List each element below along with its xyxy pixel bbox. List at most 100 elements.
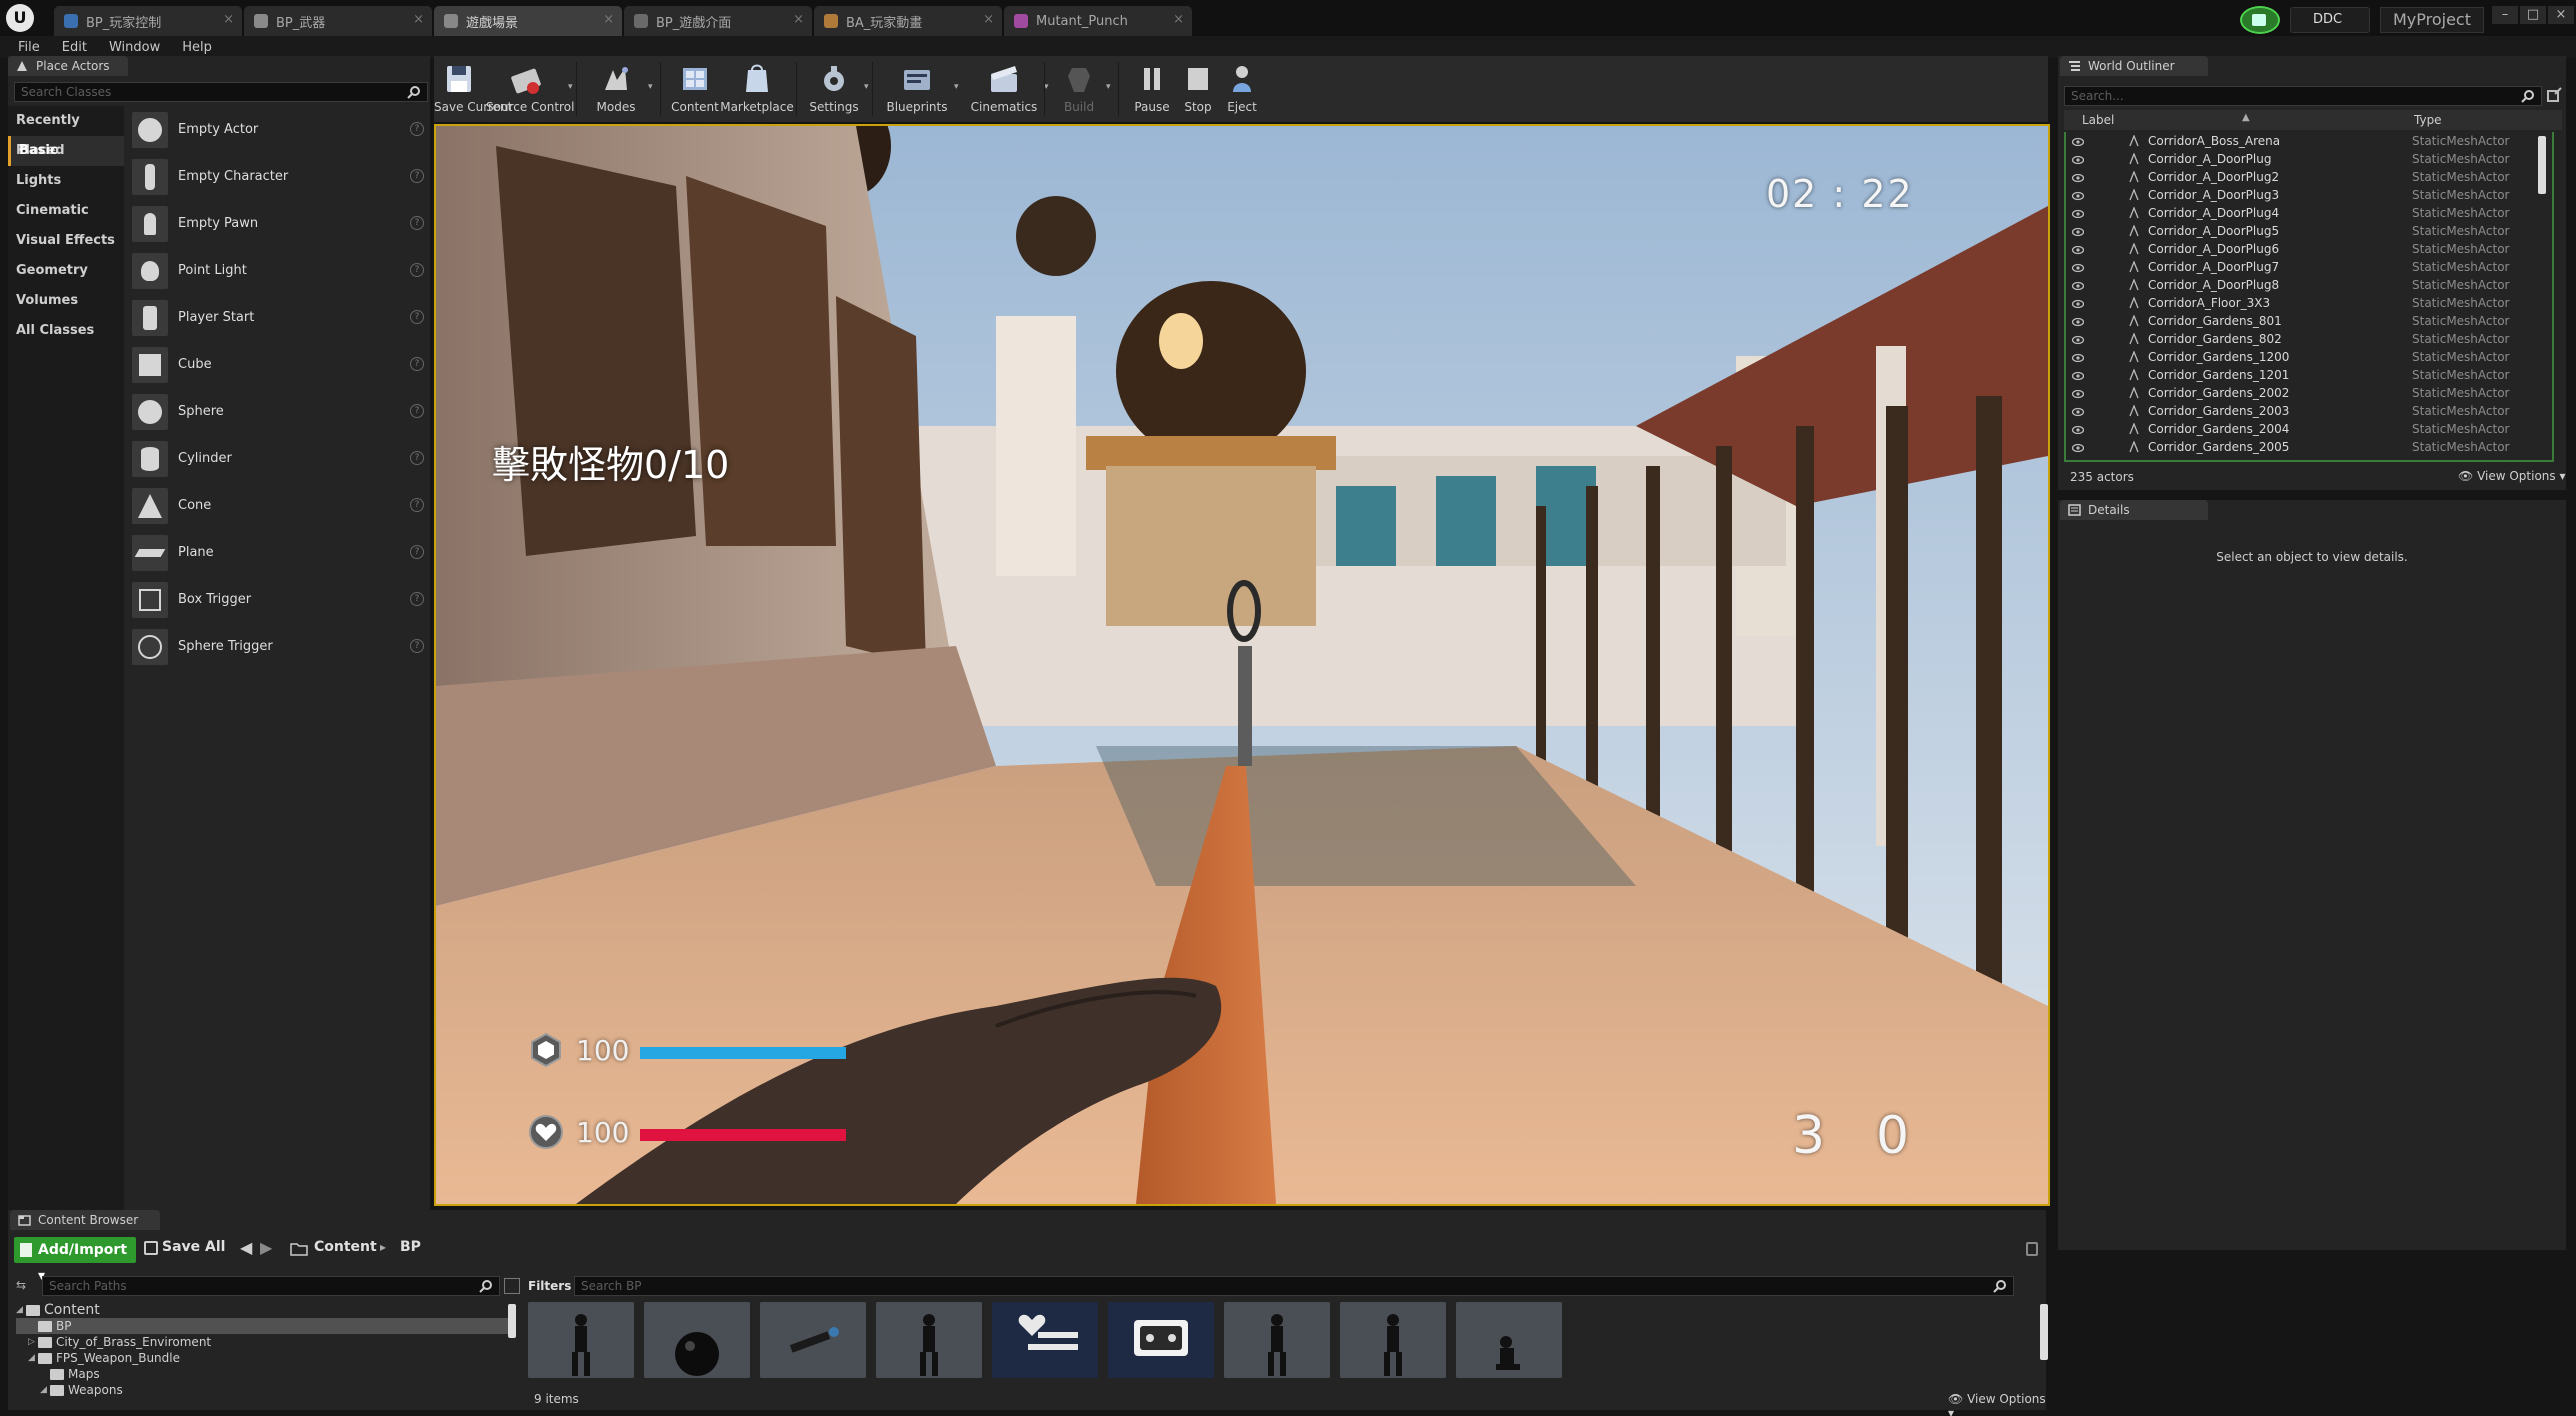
folder-fps-weapon-bundle[interactable]: ◢ FPS_Weapon_Bundle bbox=[16, 1350, 510, 1366]
build-button[interactable]: Build bbox=[1054, 60, 1104, 120]
actor-item-empty-character[interactable]: Empty Character? bbox=[132, 153, 430, 200]
asset-thumbnail-character[interactable] bbox=[1224, 1302, 1330, 1378]
search-icon[interactable] bbox=[1993, 1279, 2007, 1293]
close-tab-icon[interactable]: × bbox=[1173, 12, 1184, 27]
visibility-eye-icon[interactable] bbox=[2071, 406, 2085, 417]
category-visual-effects[interactable]: Visual Effects bbox=[8, 226, 124, 256]
eject-button[interactable]: Eject bbox=[1220, 60, 1264, 120]
stop-button[interactable]: Stop bbox=[1176, 60, 1220, 120]
search-icon[interactable] bbox=[407, 85, 421, 99]
outliner-row[interactable]: Corridor_A_DoorPlug5 StaticMeshActor bbox=[2066, 222, 2552, 240]
outliner-row[interactable]: Corridor_Gardens_2004 StaticMeshActor bbox=[2066, 420, 2552, 438]
maximize-button[interactable]: □ bbox=[2520, 6, 2546, 24]
asset-view-options[interactable]: 👁 View Options ▾ bbox=[1948, 1392, 2046, 1416]
help-icon[interactable]: ? bbox=[410, 357, 424, 371]
visibility-eye-icon[interactable] bbox=[2071, 136, 2085, 147]
source-control-status-icon[interactable] bbox=[2240, 6, 2280, 34]
outliner-settings-icon[interactable] bbox=[2546, 86, 2562, 106]
help-icon[interactable]: ? bbox=[410, 122, 424, 136]
close-tab-icon[interactable]: × bbox=[223, 12, 234, 27]
pause-button[interactable]: Pause bbox=[1128, 60, 1176, 120]
column-label-header[interactable]: Label bbox=[2082, 110, 2114, 130]
visibility-eye-icon[interactable] bbox=[2071, 334, 2085, 345]
outliner-row[interactable]: Corridor_A_DoorPlug6 StaticMeshActor bbox=[2066, 240, 2552, 258]
outliner-row[interactable]: Corridor_A_DoorPlug2 StaticMeshActor bbox=[2066, 168, 2552, 186]
visibility-eye-icon[interactable] bbox=[2071, 208, 2085, 219]
category-recently-placed[interactable]: Recently Placed bbox=[8, 106, 124, 158]
asset-thumbnail-hud-widget[interactable] bbox=[992, 1302, 1098, 1378]
outliner-row[interactable]: Corridor_A_DoorPlug8 StaticMeshActor bbox=[2066, 276, 2552, 294]
breadcrumb-separator[interactable]: ▸ bbox=[380, 1240, 386, 1254]
build-dropdown-icon[interactable]: ▾ bbox=[1106, 82, 1111, 92]
expand-arrow-icon[interactable]: ▷ bbox=[28, 1337, 38, 1347]
marketplace-button[interactable]: Marketplace bbox=[720, 60, 794, 120]
outliner-row[interactable]: Corridor_Gardens_801 StaticMeshActor bbox=[2066, 312, 2552, 330]
actor-item-box-trigger[interactable]: Box Trigger? bbox=[132, 576, 430, 623]
category-basic[interactable]: Basic bbox=[8, 136, 124, 166]
help-icon[interactable]: ? bbox=[410, 404, 424, 418]
actor-item-player-start[interactable]: Player Start? bbox=[132, 294, 430, 341]
blueprints-dropdown-icon[interactable]: ▾ bbox=[954, 82, 959, 92]
breadcrumb-content[interactable]: Content bbox=[314, 1239, 377, 1255]
actor-item-cylinder[interactable]: Cylinder? bbox=[132, 435, 430, 482]
asset-thumbnail-ball[interactable] bbox=[644, 1302, 750, 1378]
settings-dropdown-icon[interactable]: ▾ bbox=[864, 82, 869, 92]
category-lights[interactable]: Lights bbox=[8, 166, 124, 196]
folder-maps[interactable]: Maps bbox=[16, 1366, 510, 1382]
actor-item-cone[interactable]: Cone? bbox=[132, 482, 430, 529]
actor-item-cube[interactable]: Cube? bbox=[132, 341, 430, 388]
column-type-header[interactable]: Type bbox=[2414, 110, 2442, 130]
asset-thumbnail-character[interactable] bbox=[876, 1302, 982, 1378]
visibility-eye-icon[interactable] bbox=[2071, 226, 2085, 237]
outliner-view-options[interactable]: 👁 View Options ▾ bbox=[2458, 469, 2566, 483]
asset-thumbnail-crouch-character[interactable] bbox=[1456, 1302, 1562, 1378]
search-icon[interactable] bbox=[479, 1279, 493, 1293]
visibility-eye-icon[interactable] bbox=[2071, 190, 2085, 201]
asset-thumbnail-character[interactable] bbox=[528, 1302, 634, 1378]
document-tab[interactable]: BP_遊戲介面 × bbox=[624, 6, 812, 36]
folder-weapons[interactable]: ◢ Weapons bbox=[16, 1382, 510, 1398]
help-icon[interactable]: ? bbox=[410, 545, 424, 559]
help-icon[interactable]: ? bbox=[410, 263, 424, 277]
breadcrumb-bp[interactable]: BP bbox=[400, 1239, 421, 1255]
outliner-row[interactable]: Corridor_A_DoorPlug StaticMeshActor bbox=[2066, 150, 2552, 168]
details-tab[interactable]: Details bbox=[2060, 500, 2208, 520]
document-tab[interactable]: Mutant_Punch × bbox=[1004, 6, 1192, 36]
visibility-eye-icon[interactable] bbox=[2071, 244, 2085, 255]
forward-arrow-icon[interactable]: ▶ bbox=[260, 1238, 272, 1257]
source-control-button[interactable]: Source Control bbox=[486, 60, 574, 120]
outliner-row[interactable]: CorridorA_Floor_3X3 StaticMeshActor bbox=[2066, 294, 2552, 312]
content-button[interactable]: Content bbox=[670, 60, 720, 120]
blueprints-button[interactable]: Blueprints bbox=[882, 60, 952, 120]
folder-content[interactable]: ◢ Content bbox=[16, 1302, 510, 1318]
close-tab-icon[interactable]: × bbox=[603, 12, 614, 27]
outliner-row[interactable]: Corridor_A_DoorPlug7 StaticMeshActor bbox=[2066, 258, 2552, 276]
visibility-eye-icon[interactable] bbox=[2071, 352, 2085, 363]
settings-button[interactable]: Settings bbox=[806, 60, 862, 120]
help-icon[interactable]: ? bbox=[410, 639, 424, 653]
asset-thumbnail-lying-character[interactable] bbox=[760, 1302, 866, 1378]
outliner-row[interactable]: CorridorA_Boss_Arena StaticMeshActor bbox=[2066, 132, 2552, 150]
visibility-eye-icon[interactable] bbox=[2071, 154, 2085, 165]
visibility-eye-icon[interactable] bbox=[2071, 370, 2085, 381]
outliner-row[interactable]: Corridor_Gardens_802 StaticMeshActor bbox=[2066, 330, 2552, 348]
category-all-classes[interactable]: All Classes bbox=[8, 316, 124, 346]
folder-bp[interactable]: BP bbox=[16, 1318, 510, 1334]
help-icon[interactable]: ? bbox=[410, 310, 424, 324]
menu-edit[interactable]: Edit bbox=[62, 40, 87, 55]
actor-item-empty-actor[interactable]: Empty Actor? bbox=[132, 106, 430, 153]
lock-icon[interactable] bbox=[2026, 1242, 2038, 1256]
search-icon[interactable] bbox=[2521, 89, 2535, 103]
outliner-row[interactable]: Corridor_A_DoorPlug4 StaticMeshActor bbox=[2066, 204, 2552, 222]
path-view-options-icon[interactable] bbox=[504, 1278, 520, 1294]
actor-item-plane[interactable]: Plane? bbox=[132, 529, 430, 576]
expand-arrow-icon[interactable]: ◢ bbox=[16, 1305, 26, 1315]
expand-arrow-icon[interactable]: ◢ bbox=[40, 1385, 50, 1395]
back-arrow-icon[interactable]: ◀ bbox=[240, 1238, 252, 1257]
menu-window[interactable]: Window bbox=[109, 40, 160, 55]
category-cinematic[interactable]: Cinematic bbox=[8, 196, 124, 226]
outliner-search-input[interactable]: Search... bbox=[2064, 86, 2542, 106]
source-control-dropdown-icon[interactable]: ▾ bbox=[568, 82, 573, 92]
sources-toggle-icon[interactable]: ⇆ bbox=[16, 1278, 34, 1294]
asset-thumbnail-gamepad-widget[interactable] bbox=[1108, 1302, 1214, 1378]
